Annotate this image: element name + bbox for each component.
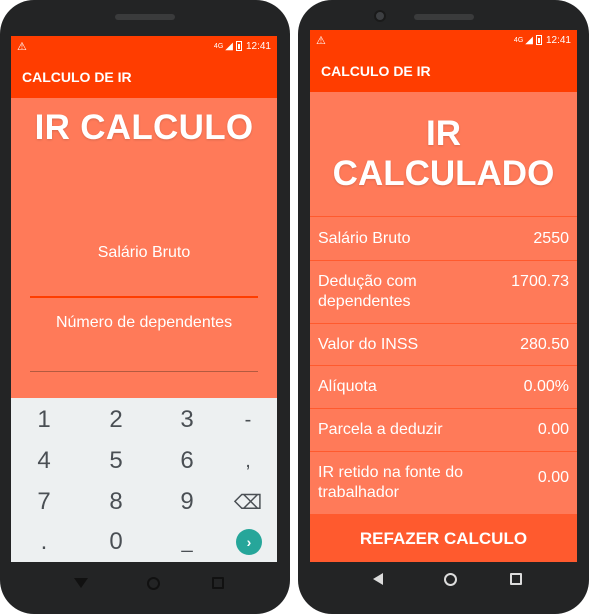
battery-icon (535, 35, 542, 45)
key-space[interactable]: _ (157, 522, 217, 562)
phone-result: ⚠ 4G ◢ 12:41 CALCULO DE IR IR CALCULADO … (298, 0, 589, 614)
warning-icon: ⚠ (316, 34, 326, 47)
back-icon[interactable] (73, 578, 88, 588)
status-bar: ⚠ 4G ◢ 12:41 (11, 36, 277, 56)
app-title: CALCULO DE IR (321, 63, 431, 79)
speaker (414, 14, 474, 20)
row-value: 1700.73 (511, 273, 569, 290)
key-minus[interactable]: - (218, 400, 277, 440)
key-2[interactable]: 2 (86, 400, 146, 440)
key-3[interactable]: 3 (157, 400, 217, 440)
status-time: 12:41 (245, 40, 271, 52)
key-9[interactable]: 9 (157, 482, 217, 522)
screen-input: ⚠ 4G ◢ 12:41 CALCULO DE IR IR CALCULO Sa… (11, 36, 277, 562)
status-bar: ⚠ 4G ◢ 12:41 (310, 30, 577, 50)
key-5[interactable]: 5 (86, 441, 146, 481)
key-7[interactable]: 7 (14, 482, 74, 522)
key-1[interactable]: 1 (14, 400, 74, 440)
network-label: 4G (213, 42, 224, 50)
phone-input: ⚠ 4G ◢ 12:41 CALCULO DE IR IR CALCULO Sa… (0, 0, 290, 614)
result-table: Salário Bruto 2550 Dedução com dependent… (310, 216, 577, 514)
table-row: IR retido na fonte do trabalhador 0.00 (310, 451, 577, 514)
backspace-icon[interactable]: ⌫ (218, 482, 277, 522)
app-bar: CALCULO DE IR (11, 56, 277, 98)
nav-bar (298, 560, 589, 598)
row-label: Salário Bruto (318, 229, 411, 247)
salario-input[interactable] (30, 272, 258, 298)
row-label: IR retido na fonte do trabalhador (318, 464, 463, 501)
key-comma[interactable]: , (218, 441, 277, 481)
camera (374, 10, 386, 22)
table-row: Salário Bruto 2550 (310, 216, 577, 260)
table-row: Parcela a deduzir 0.00 (310, 408, 577, 451)
signal-icon: ◢ (225, 40, 233, 52)
key-8[interactable]: 8 (86, 482, 146, 522)
row-value: 0.00 (537, 469, 569, 486)
row-label: Dedução com dependentes (318, 273, 417, 310)
battery-icon (235, 41, 242, 51)
warning-icon: ⚠ (17, 40, 27, 53)
dependentes-input[interactable] (30, 346, 258, 372)
form-panel: IR CALCULO Salário Bruto Número de depen… (11, 98, 277, 398)
result-title-line2: CALCULADO (332, 154, 555, 193)
row-value: 0.00 (537, 421, 569, 438)
page-title: IR CALCULO (34, 108, 254, 147)
row-value: 280.50 (520, 335, 569, 353)
row-label: Parcela a deduzir (318, 421, 443, 438)
key-0[interactable]: 0 (86, 522, 146, 562)
table-row: Valor do INSS 280.50 (310, 323, 577, 365)
home-icon[interactable] (443, 572, 457, 586)
home-icon[interactable] (147, 576, 161, 590)
row-label: Valor do INSS (318, 335, 419, 353)
signal-icon: ◢ (525, 34, 533, 46)
row-value: 0.00% (523, 378, 569, 395)
row-label: Alíquota (318, 378, 377, 395)
go-icon[interactable]: › (236, 529, 262, 555)
network-label: 4G (513, 36, 524, 44)
key-dot[interactable]: . (14, 522, 74, 562)
screen-result: ⚠ 4G ◢ 12:41 CALCULO DE IR IR CALCULADO … (310, 30, 577, 562)
numeric-keypad: 1 2 3 - 4 5 6 , 7 8 9 ⌫ . 0 _ › (11, 398, 277, 562)
nav-bar (0, 564, 290, 602)
status-time: 12:41 (545, 34, 571, 46)
result-panel: IR CALCULADO Salário Bruto 2550 Dedução … (310, 92, 577, 562)
recent-apps-icon[interactable] (510, 573, 523, 585)
recent-apps-icon[interactable] (212, 577, 225, 589)
app-bar: CALCULO DE IR (310, 50, 577, 92)
app-title: CALCULO DE IR (22, 69, 132, 85)
key-4[interactable]: 4 (14, 441, 74, 481)
table-row: Alíquota 0.00% (310, 365, 577, 408)
salario-label: Salário Bruto (97, 244, 191, 261)
key-6[interactable]: 6 (157, 441, 217, 481)
back-icon[interactable] (372, 573, 383, 585)
table-row: Dedução com dependentes 1700.73 (310, 260, 577, 323)
result-title-line1: IR (426, 114, 461, 153)
speaker (115, 14, 175, 20)
result-title: IR CALCULADO (310, 92, 577, 216)
refazer-button[interactable]: REFAZER CALCULO (310, 516, 577, 562)
row-value: 2550 (533, 229, 569, 247)
dependentes-label: Número de dependentes (55, 314, 233, 331)
